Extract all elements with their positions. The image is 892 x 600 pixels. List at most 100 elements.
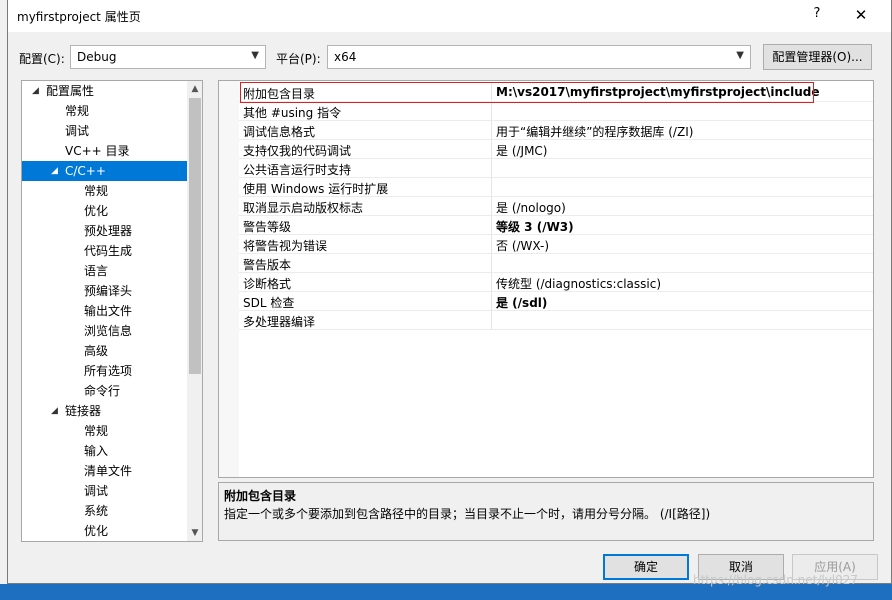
tree-item[interactable]: 浏览信息 xyxy=(22,321,187,341)
property-row[interactable]: 取消显示启动版权标志 是 (/nologo) xyxy=(239,197,873,216)
property-row[interactable]: 其他 #using 指令 xyxy=(239,102,873,121)
property-row[interactable]: 支持仅我的代码调试 是 (/JMC) xyxy=(239,140,873,159)
ok-button[interactable]: 确定 xyxy=(603,554,689,580)
tree-item-label: 调试 xyxy=(65,124,90,138)
scroll-thumb[interactable] xyxy=(189,98,201,374)
config-select[interactable]: Debug ▼ xyxy=(70,45,266,69)
tree-item-label: 优化 xyxy=(84,524,109,538)
tree-item[interactable]: 常规 xyxy=(22,181,187,201)
platform-label: 平台(P): xyxy=(276,52,321,66)
tree-item-label: 命令行 xyxy=(84,384,121,398)
column-divider xyxy=(491,121,492,140)
property-name: 调试信息格式 xyxy=(243,125,316,139)
tree-item-label: 语言 xyxy=(84,264,109,278)
description-panel: 附加包含目录 指定一个或多个要添加到包含路径中的目录；当目录不止一个时，请用分号… xyxy=(218,482,874,541)
tree-item-label: 预处理器 xyxy=(84,224,133,238)
column-divider xyxy=(491,235,492,254)
tree-item[interactable]: 优化 xyxy=(22,521,187,541)
column-divider xyxy=(491,292,492,311)
property-name: 支持仅我的代码调试 xyxy=(243,144,352,158)
tree-item[interactable]: VC++ 目录 xyxy=(22,141,187,161)
scroll-down-icon[interactable]: ▼ xyxy=(187,525,202,541)
tree-scrollbar[interactable]: ▲ ▼ xyxy=(187,81,202,541)
tree-item-label: 浏览信息 xyxy=(84,324,133,338)
column-divider xyxy=(491,159,492,178)
property-value[interactable]: 是 (/nologo) xyxy=(496,199,566,216)
property-grid: 附加包含目录 M:\vs2017\myfirstproject\myfirstpr… xyxy=(218,80,874,478)
tree-item-label: 常规 xyxy=(84,184,109,198)
tree-item[interactable]: 清单文件 xyxy=(22,461,187,481)
tree-item[interactable]: 系统 xyxy=(22,501,187,521)
column-divider xyxy=(491,273,492,292)
property-name: 公共语言运行时支持 xyxy=(243,163,352,177)
expand-arrow-icon[interactable]: ◢ xyxy=(51,401,58,421)
property-value[interactable]: 否 (/WX-) xyxy=(496,237,549,254)
expand-arrow-icon[interactable]: ◢ xyxy=(32,81,39,101)
tree-item-label: 优化 xyxy=(84,204,109,218)
property-value[interactable]: 是 (/JMC) xyxy=(496,142,548,159)
tree-item-label: C/C++ xyxy=(65,164,106,178)
tree-item[interactable]: 调试 xyxy=(22,481,187,501)
column-divider xyxy=(491,311,492,330)
tree-item[interactable]: 预编译头 xyxy=(22,281,187,301)
watermark: https://blog.csdn.net/lyl027 xyxy=(693,573,859,587)
tree-item[interactable]: 语言 xyxy=(22,261,187,281)
tree-item[interactable]: 代码生成 xyxy=(22,241,187,261)
property-name: SDL 检查 xyxy=(243,296,295,310)
tree-item-label: 预编译头 xyxy=(84,284,133,298)
expand-arrow-icon[interactable]: ◢ xyxy=(51,161,58,181)
property-pages-dialog: myfirstproject 属性页 ? ✕ 配置(C): Debug ▼ 平台… xyxy=(7,0,892,584)
tree-item[interactable]: ◢ C/C++ xyxy=(22,161,187,181)
chevron-down-icon: ▼ xyxy=(251,50,259,61)
property-name: 诊断格式 xyxy=(243,277,292,291)
property-row[interactable]: 多处理器编译 xyxy=(239,311,873,330)
scroll-up-icon[interactable]: ▲ xyxy=(187,81,202,97)
tree-item[interactable]: 高级 xyxy=(22,341,187,361)
property-row[interactable]: SDL 检查 是 (/sdl) xyxy=(239,292,873,311)
tree-item[interactable]: 输出文件 xyxy=(22,301,187,321)
property-value[interactable]: 用于“编辑并继续”的程序数据库 (/ZI) xyxy=(496,123,693,140)
property-value[interactable]: 是 (/sdl) xyxy=(496,294,547,311)
column-divider xyxy=(491,254,492,273)
tree-item[interactable]: 所有选项 xyxy=(22,361,187,381)
help-icon[interactable]: ? xyxy=(808,6,826,26)
property-name: 将警告视为错误 xyxy=(243,239,328,253)
tree-item[interactable]: 常规 xyxy=(22,101,187,121)
tree-item[interactable]: ◢ 配置属性 xyxy=(22,81,187,101)
title-bar: myfirstproject 属性页 ? ✕ xyxy=(8,0,891,32)
tree-item[interactable]: 调试 xyxy=(22,121,187,141)
tree-item[interactable]: 常规 xyxy=(22,421,187,441)
description-text: 指定一个或多个要添加到包含路径中的目录；当目录不止一个时，请用分号分隔。 (/I… xyxy=(224,507,711,521)
property-row[interactable]: 将警告视为错误 否 (/WX-) xyxy=(239,235,873,254)
property-row[interactable]: 使用 Windows 运行时扩展 xyxy=(239,178,873,197)
tree-item[interactable]: 优化 xyxy=(22,201,187,221)
property-row[interactable]: 公共语言运行时支持 xyxy=(239,159,873,178)
platform-select-value: x64 xyxy=(334,50,357,64)
property-name: 使用 Windows 运行时扩展 xyxy=(243,182,389,196)
property-row[interactable]: 警告等级 等级 3 (/W3) xyxy=(239,216,873,235)
settings-tree: ◢ 配置属性 常规 调试 VC++ 目录 ◢ C/C++ 常规 优化 预处理器 代码生成 语言 预编译头… xyxy=(21,80,203,542)
tree-item[interactable]: 预处理器 xyxy=(22,221,187,241)
property-row[interactable]: 诊断格式 传统型 (/diagnostics:classic) xyxy=(239,273,873,292)
property-value[interactable]: 等级 3 (/W3) xyxy=(496,218,574,235)
property-name: 取消显示启动版权标志 xyxy=(243,201,364,215)
property-name: 其他 #using 指令 xyxy=(243,106,342,120)
tree-item[interactable]: ◢ 链接器 xyxy=(22,401,187,421)
tree-item-label: 配置属性 xyxy=(46,84,95,98)
property-name: 多处理器编译 xyxy=(243,315,316,329)
tree-item[interactable]: 输入 xyxy=(22,441,187,461)
description-title: 附加包含目录 xyxy=(224,489,297,503)
tree-item-label: 代码生成 xyxy=(84,244,133,258)
property-value[interactable]: 传统型 (/diagnostics:classic) xyxy=(496,275,661,292)
tree-item-label: 系统 xyxy=(84,504,109,518)
tree-item-label: 链接器 xyxy=(65,404,102,418)
property-name: 警告等级 xyxy=(243,220,292,234)
close-icon[interactable]: ✕ xyxy=(851,6,871,26)
tree-item-label: 所有选项 xyxy=(84,364,133,378)
platform-select[interactable]: x64 ▼ xyxy=(327,45,751,69)
chevron-down-icon: ▼ xyxy=(736,50,744,61)
property-row[interactable]: 警告版本 xyxy=(239,254,873,273)
tree-item[interactable]: 命令行 xyxy=(22,381,187,401)
configuration-manager-button[interactable]: 配置管理器(O)... xyxy=(763,44,872,70)
property-row[interactable]: 调试信息格式 用于“编辑并继续”的程序数据库 (/ZI) xyxy=(239,121,873,140)
